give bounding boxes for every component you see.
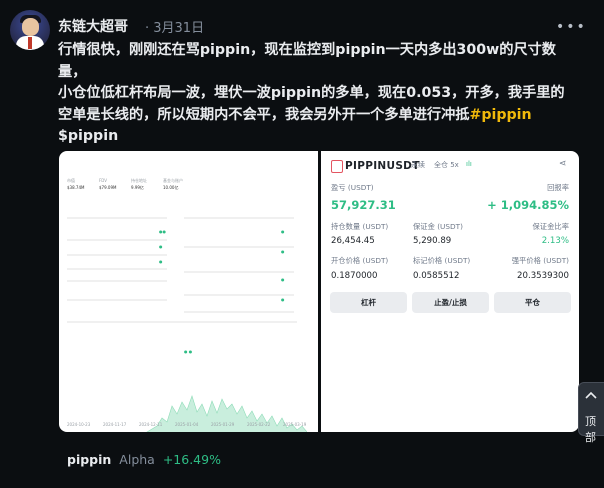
chart-date-6: 2025-03-19 xyxy=(283,422,307,427)
leverage-button[interactable]: 杠杆 xyxy=(330,292,407,313)
position-type-tag: 永续 xyxy=(411,161,425,169)
stat-label-3: 基金与账户 xyxy=(163,178,183,183)
margin-mode-tag: 全仓 5x xyxy=(434,161,459,169)
stat-value-0: $38.74M xyxy=(67,185,85,190)
token-alpha-tag: Alpha xyxy=(119,452,155,467)
hashtag-link[interactable]: #pippin xyxy=(469,107,531,123)
position-symbol: PIPPINUSDT xyxy=(345,160,420,172)
margin-ratio-value: 2.13% xyxy=(541,236,569,246)
cashtag-link[interactable]: $pippin xyxy=(58,126,578,148)
chart-date-3: 2025-01-04 xyxy=(175,422,199,427)
token-change: +16.49% xyxy=(162,452,221,467)
tp-sl-button[interactable]: 止盈/止损 xyxy=(412,292,489,313)
stat-value-3: 10.00亿 xyxy=(163,185,179,190)
back-to-top-label: 顶部 xyxy=(585,415,596,444)
post-text-line1: 行情很快，刚刚还在骂pippin，现在监控到pippin一天内多出300w的尺寸… xyxy=(58,42,556,80)
stat-label-2: 持仓地址 xyxy=(131,178,147,183)
chart-date-0: 2024-10-23 xyxy=(67,422,91,427)
close-position-button[interactable]: 平仓 xyxy=(494,292,571,313)
stat-value-1: $79.09M xyxy=(99,185,117,190)
liq-price-label: 强平价格 (USDT) xyxy=(511,256,569,265)
liq-price-value: 20.3539300 xyxy=(517,271,569,281)
mini-chart-icon: ılı xyxy=(466,160,472,168)
margin-ratio-label: 保证金比率 xyxy=(532,222,569,231)
author-avatar[interactable] xyxy=(10,10,50,50)
entry-price-value: 0.1870000 xyxy=(331,271,378,281)
stat-label-0: 市值 xyxy=(67,178,75,183)
stat-value-2: 9.99亿 xyxy=(131,185,144,190)
chart-date-1: 2024-11-17 xyxy=(103,422,127,427)
attached-image-left[interactable]: 市值 FDV 持仓地址 基金与账户 $38.74M $79.09M 9.99亿 … xyxy=(59,151,318,432)
chart-date-4: 2025-01-29 xyxy=(211,422,235,427)
post-date: · 3月31日 xyxy=(145,21,205,36)
token-symbol: pippin xyxy=(67,452,112,467)
margin-label: 保证金 (USDT) xyxy=(413,222,463,231)
size-label: 持仓数量 (USDT) xyxy=(331,222,389,231)
margin-value: 5,290.89 xyxy=(413,236,452,246)
mark-price-label: 标记价格 (USDT) xyxy=(413,256,471,265)
arrow-up-icon xyxy=(585,391,597,399)
more-dots-icon[interactable]: ••• xyxy=(556,19,587,35)
post-date-text: 3月31日 xyxy=(153,21,205,36)
back-to-top-button[interactable]: 顶部 xyxy=(578,382,604,444)
post-text-line2: 小仓位低杠杆布局一波，埋伏一波pippin的多单，现在0.053，开多，我手里的… xyxy=(58,85,565,123)
share-icon[interactable]: ⋖ xyxy=(559,159,567,169)
mark-price-value: 0.0585512 xyxy=(413,271,460,281)
attached-image-right[interactable]: PIPPINUSDT 永续 全仓 5x ılı ⋖ 盈亏 (USDT) 回报率 … xyxy=(321,151,579,432)
pnl-label: 盈亏 (USDT) xyxy=(331,183,374,192)
author-name[interactable]: 东链大超哥 xyxy=(58,16,128,36)
entry-price-label: 开仓价格 (USDT) xyxy=(331,256,389,265)
roi-value: + 1,094.85% xyxy=(487,198,569,212)
pippin-icon xyxy=(331,160,343,173)
token-tag[interactable]: pippin Alpha +16.49% xyxy=(67,452,221,467)
stat-label-1: FDV xyxy=(99,178,108,183)
pnl-value: 57,927.31 xyxy=(331,198,396,212)
roi-label: 回报率 xyxy=(547,183,569,192)
post-body: 行情很快，刚刚还在骂pippin，现在监控到pippin一天内多出300w的尺寸… xyxy=(58,40,578,148)
chart-date-2: 2024-12-11 xyxy=(139,422,163,427)
size-value: 26,454.45 xyxy=(331,236,375,246)
chart-date-5: 2025-02-22 xyxy=(247,422,271,427)
